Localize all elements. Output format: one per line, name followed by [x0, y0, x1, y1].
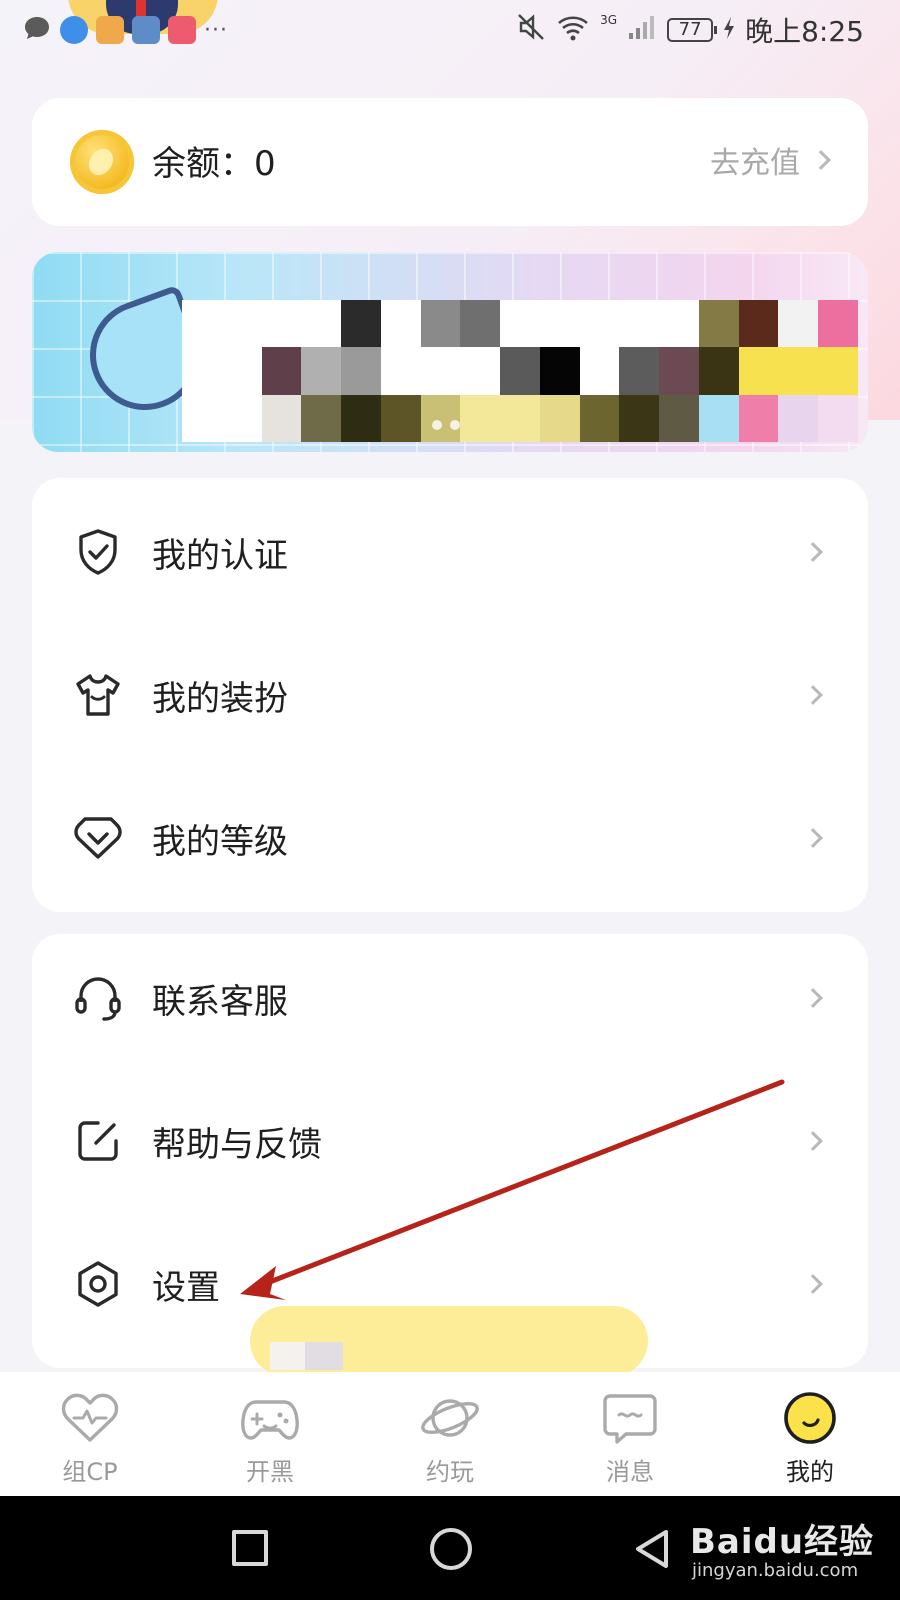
menu-item-label: 帮助与反馈 [152, 1124, 322, 1165]
balance-label: 余额：0 [152, 144, 276, 184]
menu-item-label: 设置 [152, 1267, 220, 1308]
signal-icon [627, 13, 657, 48]
tab-label: 组CP [62, 1458, 118, 1486]
shield-check-icon [72, 526, 124, 578]
edit-square-icon [72, 1115, 124, 1167]
coin-icon [70, 130, 134, 194]
notification-icons: ··· [22, 14, 228, 46]
tshirt-icon [72, 669, 124, 721]
bottom-tab-bar: 组CP 开黑 约玩 消息 我的 [0, 1372, 900, 1496]
menu-item-help-feedback[interactable]: 帮助与反馈 [32, 1081, 868, 1201]
toast-bubble [250, 1306, 648, 1388]
chevron-right-icon [803, 828, 823, 848]
app-icon [96, 16, 124, 44]
clock: 晚上8:25 [745, 15, 864, 48]
system-navigation-bar: Baidu经验 jingyan.baidu.com [0, 1496, 900, 1600]
menu-item-label: 我的等级 [152, 821, 288, 862]
watermark-brand: Baidu经验 [690, 1522, 875, 1562]
chevron-right-icon [803, 1274, 823, 1294]
system-indicators: 3G 77 晚上8:25 [516, 12, 864, 48]
tab-team-play[interactable]: 开黑 [180, 1372, 360, 1496]
menu-item-label: 联系客服 [152, 981, 288, 1022]
profile-moon-icon [778, 1390, 842, 1446]
tab-messages[interactable]: 消息 [540, 1372, 720, 1496]
message-icon [598, 1390, 662, 1446]
recent-apps-button[interactable] [232, 1530, 268, 1566]
watermark: Baidu经验 jingyan.baidu.com [690, 1510, 890, 1590]
recharge-button[interactable]: 去充值 [710, 138, 831, 182]
menu-item-customer-service[interactable]: 联系客服 [32, 938, 868, 1058]
menu-item-label: 我的认证 [152, 535, 288, 576]
wifi-icon [556, 12, 590, 49]
carousel-indicator [432, 420, 460, 430]
menu-item-outfit[interactable]: 我的装扮 [32, 635, 868, 755]
heart-chevron-icon [72, 812, 124, 864]
tab-cp[interactable]: 组CP [0, 1372, 180, 1496]
heart-pulse-icon [58, 1390, 122, 1446]
status-bar: ··· 3G 77 晚上8:25 [0, 0, 900, 60]
app-icon [168, 16, 196, 44]
more-notifications: ··· [204, 17, 228, 43]
menu-card-support: 联系客服 帮助与反馈 设置 [32, 934, 868, 1368]
menu-item-certification[interactable]: 我的认证 [32, 492, 868, 612]
chevron-right-icon [811, 150, 831, 170]
mute-icon [516, 12, 546, 49]
tab-play-date[interactable]: 约玩 [360, 1372, 540, 1496]
back-button[interactable] [630, 1526, 676, 1572]
charging-icon [723, 14, 735, 47]
app-icon [132, 16, 160, 44]
chevron-right-icon [803, 988, 823, 1008]
headset-icon [72, 972, 124, 1024]
promo-banner[interactable] [32, 252, 868, 452]
watermark-url: jingyan.baidu.com [692, 1560, 859, 1581]
gamepad-icon [238, 1390, 302, 1446]
tab-label: 约玩 [426, 1458, 474, 1486]
planet-icon [418, 1390, 482, 1446]
menu-item-label: 我的装扮 [152, 678, 288, 719]
home-button[interactable] [430, 1528, 472, 1570]
browser-icon [60, 16, 88, 44]
chevron-right-icon [803, 542, 823, 562]
battery-indicator: 77 [667, 18, 718, 42]
tab-mine[interactable]: 我的 [720, 1372, 900, 1496]
menu-item-level[interactable]: 我的等级 [32, 778, 868, 898]
banner-pixelated-content [182, 300, 858, 442]
chat-bubble-icon [22, 14, 52, 46]
network-type: 3G [600, 13, 618, 27]
tab-label: 我的 [786, 1458, 834, 1486]
chevron-right-icon [803, 1131, 823, 1151]
tab-label: 开黑 [246, 1458, 294, 1486]
balance-card[interactable]: 余额：0 去充值 [32, 98, 868, 226]
chevron-right-icon [803, 685, 823, 705]
menu-card-account: 我的认证 我的装扮 我的等级 [32, 478, 868, 912]
hexagon-settings-icon [72, 1258, 124, 1310]
recharge-label: 去充值 [710, 146, 800, 181]
tab-label: 消息 [606, 1458, 654, 1486]
